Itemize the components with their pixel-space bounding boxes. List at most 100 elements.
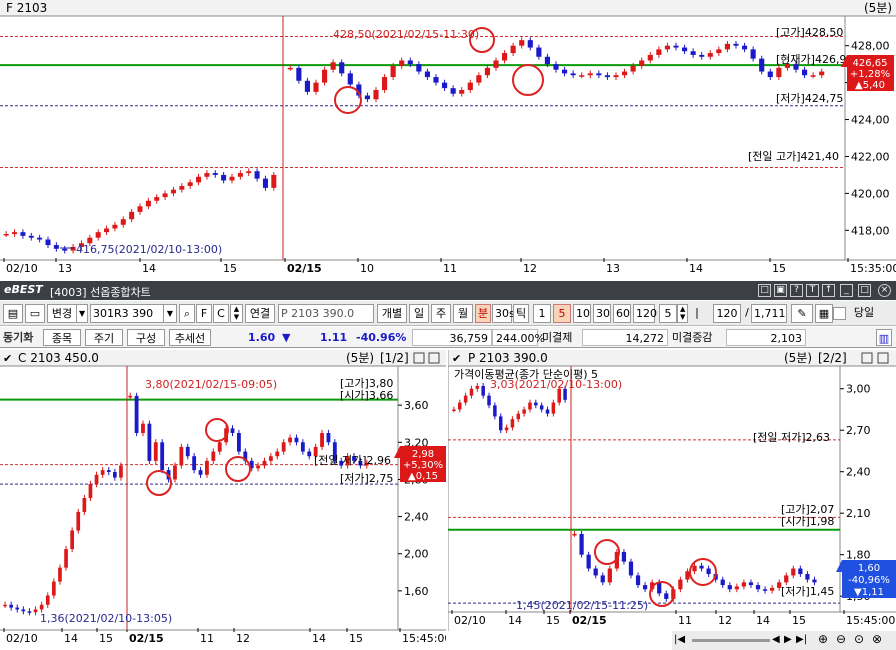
candle bbox=[699, 565, 704, 569]
open-icon[interactable]: ▤ bbox=[3, 304, 23, 323]
x-tick-label: 15 bbox=[792, 614, 806, 627]
y-tick-label: 2,00 bbox=[404, 548, 429, 561]
count-input[interactable]: 120 bbox=[713, 304, 741, 323]
favorite-c-icon[interactable]: C bbox=[213, 304, 229, 323]
window-title: [4003] 선옵종합차트 bbox=[50, 286, 151, 299]
minimize-icon[interactable]: _ bbox=[840, 284, 853, 297]
y-tick-label: 422,00 bbox=[851, 150, 890, 163]
tab-individual[interactable]: 개별 bbox=[377, 304, 407, 323]
interval-1[interactable]: 1 bbox=[533, 304, 551, 323]
chart-pager[interactable]: [2/2] bbox=[818, 351, 847, 365]
period-input[interactable]: 5 bbox=[659, 304, 677, 323]
maximize-icon[interactable]: □ bbox=[858, 284, 871, 297]
svg-text:2,98: 2,98 bbox=[412, 449, 434, 460]
period-button[interactable]: 주기 bbox=[85, 329, 123, 346]
candle bbox=[322, 69, 328, 83]
code-input[interactable]: 301R3 390 bbox=[90, 304, 164, 323]
put-option-chart[interactable]: ✔ P 2103 390.0 (5분) [2/2] 3,00 2,70 2,40 2,… bbox=[448, 350, 896, 631]
grid-icon[interactable]: ▦ bbox=[815, 304, 833, 323]
chart-pager[interactable]: [1/2] bbox=[380, 351, 409, 365]
layout-icon[interactable]: ▣ bbox=[774, 284, 787, 297]
tab-30s[interactable]: 30s bbox=[492, 304, 515, 323]
y-tick-label: 418,00 bbox=[851, 224, 890, 237]
candle bbox=[810, 75, 816, 77]
panel-toggle-icon[interactable]: ▥ bbox=[876, 329, 892, 346]
change-dropdown-icon[interactable]: ▼ bbox=[76, 304, 88, 323]
futures-chart[interactable]: F 2103 (5분) 428,00426,00424,00422,00420,… bbox=[0, 0, 896, 281]
range-start-icon[interactable]: | bbox=[692, 304, 702, 323]
search-icon[interactable]: ⌕ bbox=[179, 304, 195, 323]
pane-check-icon[interactable]: ✔ bbox=[452, 352, 461, 365]
interval-30[interactable]: 30 bbox=[593, 304, 611, 323]
svg-text:▲0,15: ▲0,15 bbox=[408, 471, 438, 482]
tab-week[interactable]: 주 bbox=[431, 304, 451, 323]
zoom-reset-icon[interactable]: ⊙ bbox=[854, 632, 864, 646]
candle bbox=[112, 224, 118, 229]
x-tick-label: 13 bbox=[606, 262, 620, 275]
tab-month[interactable]: 월 bbox=[453, 304, 473, 323]
pin-icon[interactable]: ↑ bbox=[822, 284, 835, 297]
close-icon[interactable]: × bbox=[878, 284, 891, 297]
candle bbox=[33, 609, 38, 613]
single-day-checkbox[interactable] bbox=[833, 307, 846, 320]
candle bbox=[707, 53, 713, 57]
item-button[interactable]: 종목 bbox=[43, 329, 81, 346]
zoom-out-icon[interactable]: ⊖ bbox=[836, 632, 846, 646]
candle bbox=[88, 484, 93, 498]
scroll-end-icon[interactable]: ▶| bbox=[796, 634, 807, 645]
candle bbox=[3, 604, 7, 607]
interval-5[interactable]: 5 bbox=[553, 304, 571, 323]
scroll-prev-icon[interactable]: ◀ bbox=[772, 634, 780, 645]
period-spin-icon[interactable]: ▲ ▼ bbox=[677, 304, 688, 323]
candle bbox=[647, 54, 653, 61]
candle bbox=[750, 49, 756, 59]
zoom-fit-icon[interactable]: ⊗ bbox=[872, 632, 882, 646]
link-button[interactable]: 연결 bbox=[245, 304, 275, 323]
candle bbox=[510, 419, 515, 428]
scroll-next-icon[interactable]: ▶ bbox=[784, 634, 792, 645]
compose-button[interactable]: 구성 bbox=[127, 329, 165, 346]
y-tick-label: 1,60 bbox=[404, 585, 429, 598]
favorite-f-icon[interactable]: F bbox=[196, 304, 212, 323]
help-icon[interactable]: ? bbox=[790, 284, 803, 297]
sync-label[interactable]: 동기화 bbox=[3, 329, 43, 346]
interval-10[interactable]: 10 bbox=[573, 304, 591, 323]
candle bbox=[493, 405, 497, 417]
candle bbox=[399, 60, 405, 66]
zoom-in-icon[interactable]: ⊕ bbox=[818, 632, 828, 646]
spin-icon[interactable]: ▲ ▼ bbox=[230, 304, 243, 323]
trendline-button[interactable]: 추세선 bbox=[169, 329, 211, 346]
chart-interval: (5분) bbox=[784, 351, 812, 365]
tab-minute[interactable]: 분 bbox=[475, 304, 491, 323]
y-tick-label: 420,00 bbox=[851, 187, 890, 200]
candle bbox=[27, 611, 32, 613]
call-option-chart[interactable]: ✔ C 2103 450.0 (5분) [1/2] 3,603,202,802,… bbox=[0, 350, 446, 650]
tab-day[interactable]: 일 bbox=[409, 304, 429, 323]
change-button[interactable]: 변경 bbox=[47, 304, 77, 323]
screen-icon[interactable]: ▭ bbox=[25, 304, 45, 323]
tool-icon[interactable]: T bbox=[806, 284, 819, 297]
scroll-track[interactable] bbox=[692, 639, 770, 642]
candle bbox=[58, 567, 62, 582]
x-tick-label: 15 bbox=[223, 262, 237, 275]
candle bbox=[262, 460, 267, 466]
interval-60[interactable]: 60 bbox=[613, 304, 631, 323]
high-label: [고가]428,50 bbox=[776, 26, 843, 39]
pane-check-icon[interactable]: ✔ bbox=[3, 352, 12, 365]
scroll-left-icon[interactable]: |◀ bbox=[674, 634, 685, 645]
interval-120[interactable]: 120 bbox=[633, 304, 657, 323]
candle bbox=[759, 58, 765, 72]
tab-tick[interactable]: 틱 bbox=[513, 304, 529, 323]
chart-interval: (5분) bbox=[346, 351, 374, 365]
candle bbox=[187, 182, 193, 186]
candle bbox=[45, 595, 50, 605]
x-tick-label: 14 bbox=[64, 632, 78, 645]
restore-icon[interactable]: □ bbox=[758, 284, 771, 297]
settings-icon[interactable]: ✎ bbox=[791, 304, 813, 323]
code-dropdown-icon[interactable]: ▼ bbox=[163, 304, 177, 323]
x-tick-label: 14 bbox=[312, 632, 326, 645]
candle bbox=[62, 248, 68, 251]
candle bbox=[741, 582, 747, 587]
candle bbox=[137, 206, 143, 212]
candle bbox=[313, 82, 319, 92]
